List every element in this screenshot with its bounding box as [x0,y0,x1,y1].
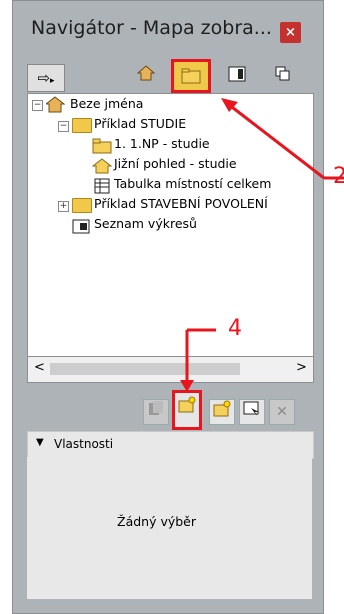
annotation-overlay [180,98,344,392]
annotation-label-2: 2 [333,164,344,189]
annotation-arrow-2 [227,102,325,180]
annotation-label-4: 4 [228,316,242,341]
annotation-arrowhead-4 [180,380,194,392]
